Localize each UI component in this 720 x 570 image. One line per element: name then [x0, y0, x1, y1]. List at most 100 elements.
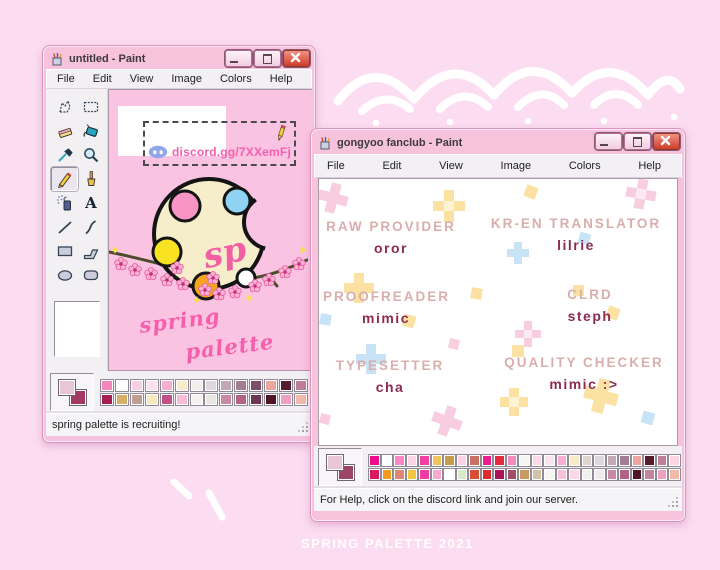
color-swatch[interactable] — [160, 379, 174, 392]
floating-selection[interactable]: discord.gg/7XXemFj — [143, 121, 296, 166]
color-swatch[interactable] — [606, 468, 619, 481]
color-swatch[interactable] — [606, 454, 619, 467]
color-swatch[interactable] — [493, 454, 506, 467]
color-swatch[interactable] — [481, 468, 494, 481]
color-swatch[interactable] — [418, 454, 431, 467]
color-swatch[interactable] — [406, 454, 419, 467]
menu-item-colors[interactable]: Colors — [567, 159, 603, 173]
color-swatch[interactable] — [279, 393, 293, 406]
color-swatch[interactable] — [130, 393, 144, 406]
color-swatch[interactable] — [115, 393, 129, 406]
tool-brush-button[interactable] — [77, 167, 104, 191]
color-swatch[interactable] — [568, 468, 581, 481]
color-swatch[interactable] — [145, 393, 159, 406]
color-swatch[interactable] — [418, 468, 431, 481]
color-swatch[interactable] — [556, 468, 569, 481]
color-swatch[interactable] — [219, 393, 233, 406]
color-swatch[interactable] — [431, 468, 444, 481]
color-swatch[interactable] — [531, 454, 544, 467]
color-swatch[interactable] — [481, 454, 494, 467]
tool-text-button[interactable]: A — [77, 191, 104, 215]
color-swatch[interactable] — [130, 379, 144, 392]
color-swatch[interactable] — [668, 468, 681, 481]
menu-item-edit[interactable]: Edit — [91, 72, 114, 86]
menu-item-edit[interactable]: Edit — [380, 159, 403, 173]
color-swatch[interactable] — [431, 454, 444, 467]
color-swatch[interactable] — [406, 468, 419, 481]
color-swatch[interactable] — [581, 454, 594, 467]
color-swatch[interactable] — [234, 393, 248, 406]
color-swatch[interactable] — [456, 454, 469, 467]
minimize-button[interactable] — [225, 50, 252, 67]
color-swatch[interactable] — [234, 379, 248, 392]
color-swatch[interactable] — [393, 468, 406, 481]
color-swatch[interactable] — [264, 393, 278, 406]
color-swatch[interactable] — [145, 379, 159, 392]
resize-grip[interactable] — [298, 422, 308, 432]
titlebar[interactable]: gongyoo fanclub - Paint — [314, 132, 682, 154]
color-swatch[interactable] — [381, 454, 394, 467]
color-swatch[interactable] — [656, 468, 669, 481]
menu-item-view[interactable]: View — [437, 159, 465, 173]
color-swatch[interactable] — [160, 393, 174, 406]
tool-line-button[interactable] — [51, 215, 78, 239]
color-swatch[interactable] — [468, 454, 481, 467]
color-swatch[interactable] — [115, 379, 129, 392]
color-swatch[interactable] — [543, 454, 556, 467]
color-swatch[interactable] — [506, 468, 519, 481]
menu-item-colors[interactable]: Colors — [218, 72, 254, 86]
close-button[interactable] — [653, 133, 680, 150]
color-swatch[interactable] — [668, 454, 681, 467]
menu-item-view[interactable]: View — [128, 72, 156, 86]
menu-item-file[interactable]: File — [325, 159, 347, 173]
maximize-button[interactable] — [254, 50, 281, 67]
menu-item-image[interactable]: Image — [499, 159, 534, 173]
tool-eyedropper-button[interactable] — [51, 143, 78, 167]
drawing-canvas[interactable]: sp — [108, 89, 312, 371]
color-swatch[interactable] — [518, 454, 531, 467]
titlebar[interactable]: untitled - Paint — [46, 49, 312, 69]
color-swatch[interactable] — [381, 468, 394, 481]
color-swatch[interactable] — [249, 393, 263, 406]
tool-rectangle-button[interactable] — [51, 239, 78, 263]
color-swatch[interactable] — [175, 379, 189, 392]
tool-magnifier-button[interactable] — [77, 143, 104, 167]
color-swatch[interactable] — [279, 379, 293, 392]
color-swatch[interactable] — [100, 393, 114, 406]
tool-airbrush-button[interactable] — [51, 191, 78, 215]
color-swatch[interactable] — [204, 393, 218, 406]
minimize-button[interactable] — [595, 133, 622, 150]
color-swatch[interactable] — [175, 393, 189, 406]
color-swatch[interactable] — [443, 454, 456, 467]
tool-rounded-rectangle-button[interactable] — [77, 263, 104, 287]
color-swatch[interactable] — [204, 379, 218, 392]
tool-curve-button[interactable] — [77, 215, 104, 239]
current-colors-box[interactable] — [50, 373, 94, 411]
tool-free-form-select-button[interactable] — [51, 95, 78, 119]
color-swatch[interactable] — [631, 454, 644, 467]
color-swatch[interactable] — [643, 454, 656, 467]
menu-item-file[interactable]: File — [55, 72, 77, 86]
close-button[interactable] — [283, 50, 310, 67]
resize-grip[interactable] — [668, 497, 678, 507]
color-swatch[interactable] — [568, 454, 581, 467]
menu-item-help[interactable]: Help — [636, 159, 663, 173]
color-swatch[interactable] — [631, 468, 644, 481]
color-swatch[interactable] — [618, 454, 631, 467]
color-swatch[interactable] — [219, 379, 233, 392]
color-swatch[interactable] — [393, 454, 406, 467]
tool-pencil-button[interactable] — [51, 167, 78, 191]
color-swatch[interactable] — [506, 454, 519, 467]
tool-eraser-button[interactable] — [51, 119, 78, 143]
color-swatch[interactable] — [493, 468, 506, 481]
color-swatch[interactable] — [618, 468, 631, 481]
tool-fill-button[interactable] — [77, 119, 104, 143]
menu-item-image[interactable]: Image — [169, 72, 204, 86]
color-swatch[interactable] — [581, 468, 594, 481]
color-swatch[interactable] — [656, 454, 669, 467]
drawing-canvas[interactable]: RAW PROVIDER oror KR-EN TRANSLATOR lilri… — [318, 178, 678, 446]
maximize-button[interactable] — [624, 133, 651, 150]
tool-polygon-button[interactable] — [77, 239, 104, 263]
color-swatch[interactable] — [543, 468, 556, 481]
color-swatch[interactable] — [518, 468, 531, 481]
